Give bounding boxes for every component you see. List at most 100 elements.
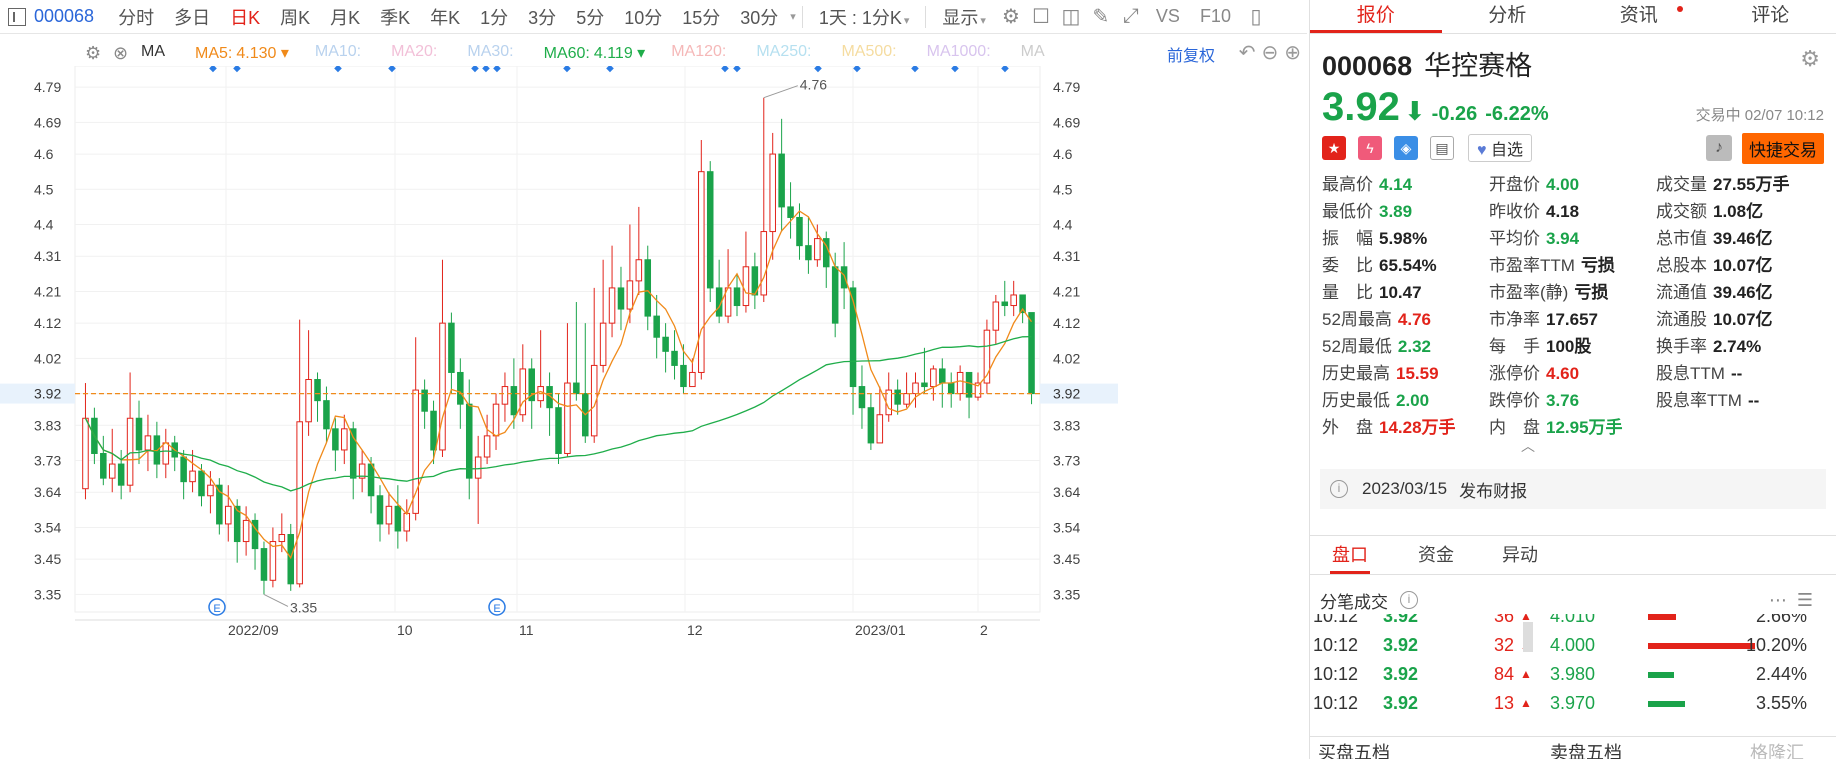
- news-marker-icon[interactable]: ◆: [951, 66, 959, 74]
- tick-scrollbar[interactable]: [1523, 622, 1533, 652]
- vs-button[interactable]: VS: [1146, 6, 1190, 27]
- period-tab[interactable]: 年K: [420, 4, 470, 30]
- period-tab[interactable]: 1分: [470, 4, 518, 30]
- candle: [644, 245, 652, 331]
- period-tab[interactable]: 周K: [270, 4, 320, 30]
- depth-price: 4.010: [1550, 614, 1596, 626]
- ma-item[interactable]: MA: [141, 43, 169, 63]
- settings-gear-icon[interactable]: ⚙: [996, 4, 1026, 29]
- panel-tab[interactable]: 评论: [1705, 0, 1836, 33]
- news-marker-icon[interactable]: ◆: [563, 66, 571, 74]
- period-tab[interactable]: 分时: [108, 4, 164, 30]
- news-marker-icon[interactable]: ◆: [853, 66, 861, 74]
- display-menu[interactable]: 显示 ▾: [932, 4, 996, 30]
- panel-tab[interactable]: 报价: [1310, 0, 1442, 33]
- candle: [582, 323, 589, 443]
- y-tick-label-left: 4.6: [34, 146, 54, 162]
- depth-bar: [1648, 643, 1756, 649]
- earnings-event-icon[interactable]: E: [488, 598, 506, 616]
- ma-item[interactable]: MA20:: [391, 43, 441, 63]
- f10-button[interactable]: F10: [1190, 6, 1241, 27]
- ticks-more-icon[interactable]: ⋯☰: [1769, 590, 1823, 611]
- y-tick-label-left: 3.83: [34, 417, 61, 433]
- earnings-event-icon[interactable]: E: [208, 598, 226, 616]
- camera-icon[interactable]: ◫: [1056, 4, 1086, 29]
- news-marker-icon[interactable]: ◆: [814, 66, 822, 74]
- fullscreen-icon[interactable]: ⤢: [1116, 5, 1146, 28]
- range-select[interactable]: 1天 : 1分K ▾: [809, 4, 920, 30]
- orderbook-tab[interactable]: 资金: [1396, 536, 1454, 574]
- news-marker-icon[interactable]: ◆: [1001, 66, 1009, 74]
- ma-item[interactable]: MA30:: [467, 43, 517, 63]
- quote-settings-icon[interactable]: ⚙: [1800, 46, 1820, 72]
- adjust-mode-button[interactable]: 前复权: [1167, 42, 1215, 66]
- news-marker-icon[interactable]: ◆: [733, 66, 741, 74]
- ma-item[interactable]: MA5: 4.130 ▾: [195, 43, 289, 63]
- news-marker-icon[interactable]: ◆: [482, 66, 490, 74]
- period-tab[interactable]: 季K: [370, 4, 420, 30]
- note-icon[interactable]: ▤: [1430, 136, 1454, 160]
- favorite-button[interactable]: ♥ 自选: [1468, 134, 1532, 162]
- ma-settings-icon[interactable]: ⚙: [85, 43, 113, 64]
- news-marker-icon[interactable]: ◆: [388, 66, 396, 74]
- period-tab[interactable]: 10分: [614, 4, 672, 30]
- period-tab[interactable]: 日K: [220, 4, 270, 30]
- ma-item[interactable]: MA: [1021, 43, 1049, 63]
- bell-icon[interactable]: ♪: [1706, 135, 1732, 161]
- ma-label: MA5:: [195, 45, 233, 62]
- tick-time: 10:12: [1313, 664, 1359, 684]
- ma-item[interactable]: MA10:: [315, 43, 365, 63]
- pencil-icon[interactable]: ✎: [1086, 4, 1116, 29]
- tag-icon[interactable]: ◈: [1394, 136, 1418, 160]
- news-marker-icon[interactable]: ◆: [493, 66, 501, 74]
- y-tick-label-left: 4.12: [34, 315, 61, 331]
- china-flag-icon[interactable]: ★: [1322, 136, 1346, 160]
- news-marker-icon[interactable]: ◆: [334, 66, 342, 74]
- favorite-label: 自选: [1490, 142, 1523, 159]
- period-tab[interactable]: 15分: [672, 4, 730, 30]
- panel-tab[interactable]: 资讯: [1573, 0, 1705, 33]
- period-more-icon[interactable]: ▾: [790, 10, 796, 23]
- news-marker-icon[interactable]: ◆: [471, 66, 479, 74]
- zoom-controls[interactable]: ↶⊖⊕: [1239, 40, 1307, 65]
- toolbar-stock-code[interactable]: 000068: [34, 6, 94, 27]
- y-tick-label-right: 3.54: [1053, 519, 1080, 535]
- candlestick-chart[interactable]: 4.79 4.79 4.69 4.69 4.6 4.6 4.5 4.5 4.4 4.4 4.31 4.…: [0, 66, 1118, 648]
- candle: [519, 344, 527, 422]
- ma-item[interactable]: MA1000:: [927, 43, 995, 63]
- news-marker-icon[interactable]: ◆: [721, 66, 729, 74]
- stat-value: 39.46亿: [1713, 229, 1773, 248]
- news-marker-icon[interactable]: ◆: [209, 66, 217, 74]
- stat-value: 4.60: [1546, 364, 1580, 383]
- period-tab[interactable]: 3分: [518, 4, 566, 30]
- news-marker-icon[interactable]: ◆: [233, 66, 241, 74]
- depth-price: 3.970: [1550, 693, 1596, 713]
- collapse-caret-icon[interactable]: ︿: [1220, 439, 1836, 453]
- orderbook-tab[interactable]: 异动: [1480, 536, 1538, 574]
- tick-time: 10:12: [1313, 614, 1359, 626]
- panel-tab[interactable]: 分析: [1442, 0, 1574, 33]
- stat-item: 外 盘 14.28万手: [1322, 414, 1489, 441]
- ma-item[interactable]: MA250:: [756, 43, 815, 63]
- ma-item[interactable]: MA500:: [841, 43, 900, 63]
- news-marker-icon[interactable]: ◆: [911, 66, 919, 74]
- panel-toggle-icon[interactable]: [8, 7, 26, 26]
- report-notice[interactable]: i 2023/03/15 发布财报: [1320, 469, 1826, 509]
- x-tick-label: 10: [397, 622, 413, 638]
- ma-close-icon[interactable]: ⊗: [113, 43, 141, 64]
- ma-item[interactable]: MA120:: [671, 43, 730, 63]
- period-tab[interactable]: 5分: [566, 4, 614, 30]
- info-icon[interactable]: i: [1400, 591, 1418, 609]
- ma-item[interactable]: MA60: 4.119 ▾: [544, 43, 646, 63]
- sidebar-icon[interactable]: ▯: [1241, 4, 1271, 29]
- period-tab[interactable]: 月K: [320, 4, 370, 30]
- tick-list: 10:123.9236▲10:123.9232▲10:123.9284▲10:1…: [1310, 614, 1540, 730]
- stat-value: --: [1730, 364, 1743, 383]
- period-tab[interactable]: 30分: [730, 4, 788, 30]
- orderbook-tab[interactable]: 盘口: [1330, 536, 1370, 574]
- lightning-icon[interactable]: ϟ: [1358, 136, 1382, 160]
- quick-trade-button[interactable]: 快捷交易: [1742, 132, 1824, 164]
- draw-box-icon[interactable]: ☐: [1026, 4, 1056, 29]
- period-tab[interactable]: 多日: [164, 4, 220, 30]
- news-marker-icon[interactable]: ◆: [606, 66, 614, 74]
